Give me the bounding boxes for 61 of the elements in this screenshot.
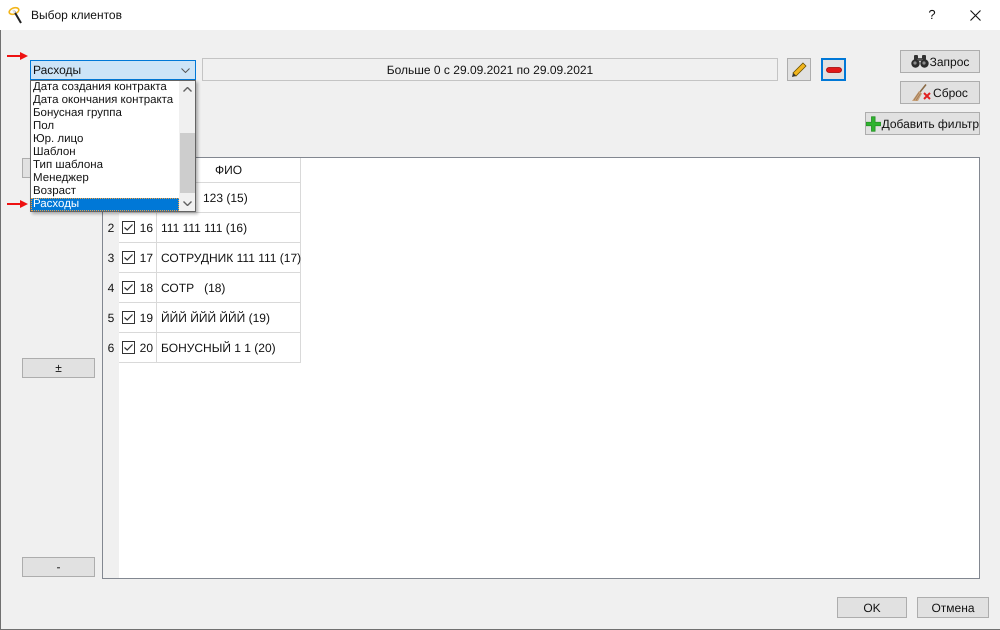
dropdown-option[interactable]: Юр. лицо [31, 133, 179, 146]
close-icon [970, 10, 980, 20]
client-id: 17 [140, 250, 153, 266]
magic-wand-icon [8, 6, 24, 24]
condition-field[interactable]: Больше 0 с 29.09.2021 по 29.09.2021 [202, 58, 778, 81]
side-button[interactable]: ± [22, 358, 95, 378]
broom-icon [912, 84, 932, 101]
checkbox[interactable] [122, 281, 135, 294]
checkmark-icon [124, 254, 133, 261]
checkmark-icon [124, 344, 133, 351]
client-id: 19 [140, 310, 153, 326]
ok-button[interactable]: OK [837, 597, 907, 618]
checkbox[interactable] [122, 311, 135, 324]
checkbox[interactable] [122, 221, 135, 234]
plus-icon [866, 116, 881, 132]
client-name: СОТРУДНИК 111 111 (17) [161, 250, 302, 266]
row-number: 4 [108, 280, 114, 297]
filter-dropdown[interactable]: Расходы [30, 60, 196, 80]
row-number: 5 [108, 310, 114, 327]
dropdown-option[interactable]: Возраст [31, 185, 179, 198]
client-id: 20 [140, 340, 153, 356]
binoculars-icon [910, 55, 929, 68]
client-name: СОТР (18) [161, 280, 226, 296]
client-name: 123 (15) [203, 190, 248, 206]
dropdown-option[interactable]: Дата создания контракта [31, 81, 179, 94]
dropdown-option[interactable]: Расходы [31, 198, 179, 211]
row-number: 6 [108, 340, 114, 357]
pointer-arrow-icon [7, 200, 28, 208]
pencil-icon [791, 62, 807, 78]
scroll-down-icon [182, 200, 192, 206]
checkmark-icon [124, 284, 133, 291]
client-id: 18 [140, 280, 153, 296]
client-name: БОНУСНЫЙ 1 1 (20) [161, 340, 276, 356]
scrollbar[interactable] [179, 81, 195, 211]
chevron-down-icon [181, 68, 190, 72]
cancel-button[interactable]: Отмена [917, 597, 989, 618]
scrollbar-thumb[interactable] [180, 133, 194, 193]
remove-button[interactable] [821, 58, 846, 81]
dropdown-option[interactable]: Дата окончания контракта [31, 94, 179, 107]
client-id: 16 [140, 220, 153, 236]
scroll-up-icon [182, 86, 192, 92]
checkmark-icon [124, 314, 133, 321]
checkbox[interactable] [122, 251, 135, 264]
window-title: Выбор клиентов [31, 7, 122, 24]
minus-icon [826, 66, 842, 72]
help-button[interactable]: ? [917, 0, 947, 30]
pointer-arrow-icon [7, 52, 28, 60]
dropdown-option[interactable]: Пол [31, 120, 179, 133]
dropdown-option[interactable]: Бонусная группа [31, 107, 179, 120]
side-button[interactable]: - [22, 557, 95, 577]
checkbox[interactable] [122, 341, 135, 354]
reset-button[interactable]: Сброс [900, 81, 980, 104]
row-number: 3 [108, 250, 114, 267]
add-filter-button[interactable]: Добавить фильтр [865, 112, 980, 135]
row-number: 2 [108, 220, 114, 237]
client-name: ЙЙЙ ЙЙЙ ЙЙЙ (19) [161, 310, 270, 326]
checkmark-icon [124, 224, 133, 231]
query-button[interactable]: Запрос [900, 50, 980, 73]
client-name: 111 111 111 (16) [161, 220, 248, 236]
dropdown-option[interactable]: Шаблон [31, 146, 179, 159]
edit-button[interactable] [787, 58, 811, 81]
